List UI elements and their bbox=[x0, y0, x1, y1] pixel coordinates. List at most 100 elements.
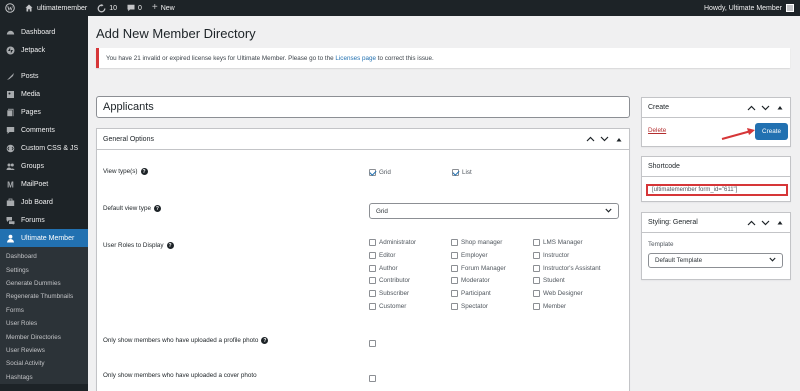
sidebar-item-forums[interactable]: Forums bbox=[0, 211, 88, 229]
submenu-item-forms[interactable]: Forms bbox=[0, 304, 88, 317]
submenu-item-hashtags[interactable]: Hashtags bbox=[0, 371, 88, 384]
comments-link[interactable]: 0 bbox=[122, 0, 147, 16]
submenu-item-generate-dummies[interactable]: Generate Dummies bbox=[0, 277, 88, 290]
role-option-author[interactable]: Author bbox=[369, 264, 398, 272]
role-checkbox[interactable] bbox=[451, 303, 458, 310]
sidebar-item-mailpoet[interactable]: M MailPoet bbox=[0, 175, 88, 193]
role-option-subscriber[interactable]: Subscriber bbox=[369, 290, 409, 298]
submenu-item-user-reviews[interactable]: User Reviews bbox=[0, 344, 88, 357]
role-checkbox[interactable] bbox=[533, 264, 540, 272]
default-view-select[interactable]: Grid bbox=[369, 203, 619, 219]
role-option-contributor[interactable]: Contributor bbox=[369, 277, 410, 285]
view-types-label: View type(s) bbox=[103, 168, 138, 175]
list-checkbox[interactable] bbox=[452, 169, 459, 176]
role-option-shop-manager[interactable]: Shop manager bbox=[451, 239, 502, 246]
role-checkbox[interactable] bbox=[369, 303, 376, 310]
template-select[interactable]: Default Template bbox=[648, 253, 783, 268]
directory-title-input[interactable]: Applicants bbox=[96, 96, 630, 118]
cover-photo-checkbox[interactable] bbox=[369, 375, 376, 382]
sidebar-item-custom-css-js[interactable]: Custom CSS & JS bbox=[0, 139, 88, 157]
role-label: Web Designer bbox=[543, 290, 583, 298]
role-option-moderator[interactable]: Moderator bbox=[451, 277, 490, 285]
view-type-list[interactable]: List bbox=[452, 169, 472, 176]
collapse-toggle-icon[interactable] bbox=[775, 218, 784, 227]
sidebar-item-groups[interactable]: Groups bbox=[0, 157, 88, 175]
role-checkbox[interactable] bbox=[451, 290, 458, 298]
move-up-icon[interactable] bbox=[747, 103, 756, 112]
sidebar-item-ultimate-member[interactable]: Ultimate Member bbox=[0, 229, 88, 247]
account-menu[interactable]: Howdy, Ultimate Member bbox=[704, 4, 800, 12]
role-option-instructor[interactable]: Instructor bbox=[533, 251, 569, 259]
site-name-link[interactable]: ultimatemember bbox=[20, 0, 92, 16]
new-content-link[interactable]: + New bbox=[147, 0, 180, 16]
role-option-student[interactable]: Student bbox=[533, 277, 565, 285]
role-checkbox[interactable] bbox=[533, 251, 540, 259]
updates-link[interactable]: 10 bbox=[92, 0, 122, 16]
collapse-toggle-icon[interactable] bbox=[614, 135, 623, 144]
role-option-editor[interactable]: Editor bbox=[369, 251, 395, 259]
sidebar-item-comments[interactable]: Comments bbox=[0, 121, 88, 139]
grid-checkbox[interactable] bbox=[369, 169, 376, 176]
chevron-down-icon bbox=[769, 257, 776, 264]
role-option-instructor-s-assistant[interactable]: Instructor's Assistant bbox=[533, 264, 601, 272]
sidebar-item-posts[interactable]: Posts bbox=[0, 67, 88, 85]
sidebar-item-dashboard[interactable]: Dashboard bbox=[0, 23, 88, 41]
submenu-item-regenerate-thumbnails[interactable]: Regenerate Thumbnails bbox=[0, 290, 88, 303]
submenu-item-social-activity[interactable]: Social Activity bbox=[0, 357, 88, 370]
role-option-lms-manager[interactable]: LMS Manager bbox=[533, 239, 583, 246]
move-up-icon[interactable] bbox=[586, 135, 595, 144]
styling-title: Styling: General bbox=[648, 219, 698, 226]
submenu-item-member-directories[interactable]: Member Directories bbox=[0, 330, 88, 343]
role-checkbox[interactable] bbox=[451, 239, 458, 246]
profile-photo-label: Only show members who have uploaded a pr… bbox=[103, 337, 259, 344]
help-icon[interactable]: ? bbox=[153, 205, 161, 212]
admin-bar: W ultimatemember 10 0 + New Howdy, Ultim… bbox=[0, 0, 800, 16]
main-content: Add New Member Directory You have 21 inv… bbox=[88, 16, 800, 391]
wordpress-logo-icon[interactable]: W bbox=[0, 0, 20, 16]
move-down-icon[interactable] bbox=[600, 135, 609, 144]
role-option-employer[interactable]: Employer bbox=[451, 251, 488, 259]
role-checkbox[interactable] bbox=[451, 264, 458, 272]
role-option-administrator[interactable]: Administrator bbox=[369, 239, 416, 246]
role-label: LMS Manager bbox=[543, 239, 583, 246]
submenu-item-user-roles[interactable]: User Roles bbox=[0, 317, 88, 330]
view-type-grid[interactable]: Grid bbox=[369, 169, 391, 176]
move-down-icon[interactable] bbox=[761, 218, 770, 227]
help-icon[interactable]: ? bbox=[261, 337, 269, 344]
sidebar-item-jetpack[interactable]: Jetpack bbox=[0, 41, 88, 59]
shortcode-header: Shortcode bbox=[642, 157, 790, 177]
role-checkbox[interactable] bbox=[369, 251, 376, 259]
role-checkbox[interactable] bbox=[369, 239, 376, 246]
move-down-icon[interactable] bbox=[761, 103, 770, 112]
role-checkbox[interactable] bbox=[369, 277, 376, 285]
role-checkbox[interactable] bbox=[451, 277, 458, 285]
sidebar-item-pages[interactable]: Pages bbox=[0, 103, 88, 121]
profile-photo-checkbox[interactable] bbox=[369, 340, 376, 347]
role-option-member[interactable]: Member bbox=[533, 303, 566, 310]
role-option-customer[interactable]: Customer bbox=[369, 303, 406, 310]
role-checkbox[interactable] bbox=[369, 290, 376, 298]
collapse-toggle-icon[interactable] bbox=[775, 103, 784, 112]
role-checkbox[interactable] bbox=[369, 264, 376, 272]
role-checkbox[interactable] bbox=[533, 277, 540, 285]
shortcode-value[interactable]: [ultimatemember form_id="611"] bbox=[646, 184, 788, 196]
submenu-item-settings[interactable]: Settings bbox=[0, 263, 88, 276]
role-checkbox[interactable] bbox=[451, 251, 458, 259]
help-icon[interactable]: ? bbox=[140, 168, 148, 175]
role-option-participant[interactable]: Participant bbox=[451, 290, 491, 298]
move-up-icon[interactable] bbox=[747, 218, 756, 227]
role-option-spectator[interactable]: Spectator bbox=[451, 303, 488, 310]
sidebar-item-media[interactable]: Media bbox=[0, 85, 88, 103]
delete-link[interactable]: Delete bbox=[648, 127, 666, 134]
sidebar-item-label: Posts bbox=[21, 72, 39, 80]
licenses-page-link[interactable]: Licenses page bbox=[335, 55, 376, 62]
submenu-item-dashboard[interactable]: Dashboard bbox=[0, 250, 88, 263]
role-checkbox[interactable] bbox=[533, 239, 540, 246]
role-option-forum-manager[interactable]: Forum Manager bbox=[451, 264, 506, 272]
role-checkbox[interactable] bbox=[533, 303, 540, 310]
sidebar-item-job-board[interactable]: Job Board bbox=[0, 193, 88, 211]
create-button[interactable]: Create bbox=[755, 123, 788, 140]
help-icon[interactable]: ? bbox=[166, 242, 174, 249]
role-option-web-designer[interactable]: Web Designer bbox=[533, 290, 583, 298]
role-checkbox[interactable] bbox=[533, 290, 540, 298]
